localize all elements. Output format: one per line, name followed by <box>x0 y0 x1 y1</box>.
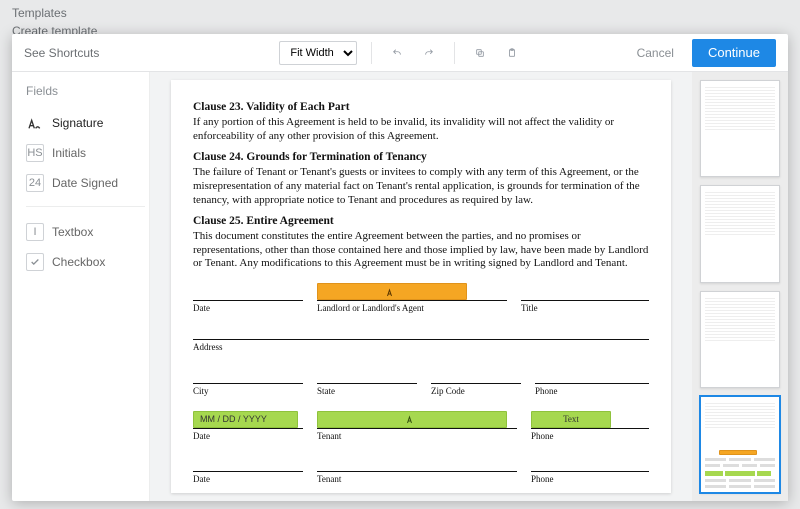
editor-panel: See Shortcuts Fit Width Cancel Continue … <box>12 34 788 501</box>
document-page: Clause 23. Validity of Each Part If any … <box>171 80 671 493</box>
fields-sidebar: Fields Signature HS Initials 24 Date Sig… <box>12 72 150 501</box>
sidebar-heading: Fields <box>26 84 149 98</box>
label-date-2: Date <box>193 431 303 442</box>
clause24-heading: Clause 24. Grounds for Termination of Te… <box>193 150 649 164</box>
clause25-para: This document constitutes the entire Agr… <box>193 230 649 271</box>
document-viewport[interactable]: Clause 23. Validity of Each Part If any … <box>150 72 692 501</box>
label-phone-2: Phone <box>531 431 649 442</box>
clause25-heading: Clause 25. Entire Agreement <box>193 214 649 228</box>
page-thumb-2[interactable] <box>700 185 780 282</box>
label-landlord: Landlord or Landlord's Agent <box>317 303 507 314</box>
initials-icon: HS <box>26 144 44 162</box>
label-title: Title <box>521 303 649 314</box>
date-field-tenant[interactable]: MM / DD / YYYY <box>193 411 298 428</box>
textbox-icon: I <box>26 223 44 241</box>
label-tenant-3: Tenant <box>317 474 517 485</box>
label-city: City <box>193 386 303 397</box>
text-field-tenant-phone[interactable]: Text <box>531 411 611 428</box>
field-textbox[interactable]: I Textbox <box>26 217 149 247</box>
field-checkbox[interactable]: Checkbox <box>26 247 149 277</box>
label-state: State <box>317 386 417 397</box>
page-thumbnails <box>692 72 788 501</box>
bg-nav-templates[interactable]: Templates <box>12 6 788 20</box>
field-label: Initials <box>52 146 86 160</box>
undo-icon[interactable] <box>386 42 408 64</box>
page-thumb-3[interactable] <box>700 291 780 388</box>
signature-field-tenant[interactable] <box>317 411 507 428</box>
field-label: Textbox <box>52 225 93 239</box>
date-signed-icon: 24 <box>26 174 44 192</box>
topbar: See Shortcuts Fit Width Cancel Continue <box>12 34 788 72</box>
label-date-3: Date <box>193 474 303 485</box>
cancel-button[interactable]: Cancel <box>637 46 674 60</box>
paste-icon[interactable] <box>501 42 523 64</box>
checkbox-icon <box>26 253 44 271</box>
signature-icon <box>26 114 44 132</box>
page-thumb-1[interactable] <box>700 80 780 177</box>
label-phone: Phone <box>535 386 649 397</box>
label-address: Address <box>193 342 649 353</box>
field-label: Date Signed <box>52 176 118 190</box>
field-initials[interactable]: HS Initials <box>26 138 149 168</box>
label-tenant: Tenant <box>317 431 517 442</box>
clause23-para: If any portion of this Agreement is held… <box>193 116 649 144</box>
continue-button[interactable]: Continue <box>692 39 776 67</box>
signature-field-landlord[interactable] <box>317 283 467 300</box>
field-signature[interactable]: Signature <box>26 108 149 138</box>
label-phone-3: Phone <box>531 474 649 485</box>
clause24-para: The failure of Tenant or Tenant's guests… <box>193 166 649 207</box>
field-date-signed[interactable]: 24 Date Signed <box>26 168 149 198</box>
copy-icon[interactable] <box>469 42 491 64</box>
clause23-heading: Clause 23. Validity of Each Part <box>193 100 649 114</box>
sidebar-divider <box>26 206 145 207</box>
page-thumb-4[interactable] <box>700 396 780 493</box>
zoom-select[interactable]: Fit Width <box>279 41 357 65</box>
label-date: Date <box>193 303 303 314</box>
label-zip: Zip Code <box>431 386 521 397</box>
redo-icon[interactable] <box>418 42 440 64</box>
field-label: Checkbox <box>52 255 105 269</box>
see-shortcuts-link[interactable]: See Shortcuts <box>24 46 99 60</box>
field-label: Signature <box>52 116 103 130</box>
